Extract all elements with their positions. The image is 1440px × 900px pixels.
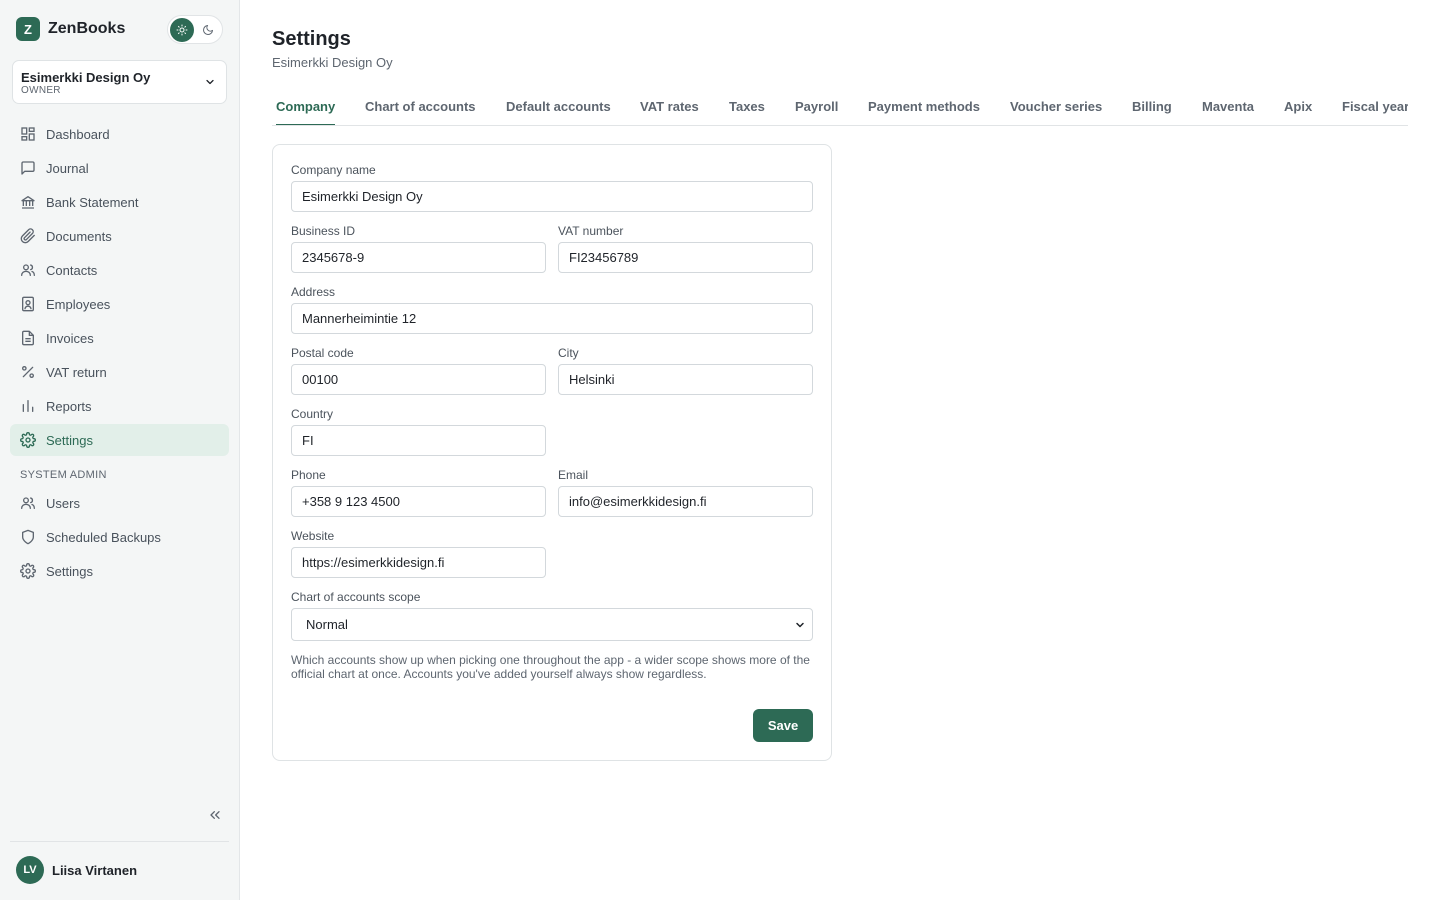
- tab-fiscal-year[interactable]: Fiscal year: [1342, 90, 1408, 125]
- address-input[interactable]: [291, 303, 813, 334]
- nav-item-contacts[interactable]: Contacts: [10, 254, 229, 286]
- nav-label: Bank Statement: [46, 194, 139, 210]
- user-name: Liisa Virtanen: [52, 862, 138, 878]
- vat-number-input[interactable]: [558, 242, 813, 273]
- gear-icon: [20, 432, 36, 448]
- nav-label: Scheduled Backups: [46, 529, 161, 545]
- brand[interactable]: Z ZenBooks: [16, 17, 125, 41]
- company-name-label: Company name: [291, 163, 376, 177]
- nav-label: Invoices: [46, 330, 94, 346]
- moon-icon[interactable]: [196, 18, 220, 42]
- page-title: Settings: [272, 28, 351, 50]
- nav-label: Dashboard: [46, 126, 110, 142]
- country-input[interactable]: [291, 425, 546, 456]
- avatar: LV: [16, 856, 44, 884]
- nav-item-dashboard[interactable]: Dashboard: [10, 118, 229, 150]
- nav-item-bank-statement[interactable]: Bank Statement: [10, 186, 229, 218]
- nav-item-reports[interactable]: Reports: [10, 390, 229, 422]
- bar-chart-icon: [22, 400, 34, 412]
- brand-logo: Z: [16, 17, 40, 41]
- bank-icon: [21, 196, 35, 209]
- business-id-input[interactable]: [291, 242, 546, 273]
- email-label: Email: [558, 468, 589, 482]
- gear-icon: [20, 563, 36, 579]
- nav-label: Employees: [46, 296, 111, 312]
- brand-name: ZenBooks: [48, 20, 126, 37]
- website-input[interactable]: [291, 547, 546, 578]
- coa-scope-label: Chart of accounts scope: [291, 590, 421, 604]
- tab-chart-of-accounts[interactable]: Chart of accounts: [365, 90, 476, 125]
- nav-item-vat-return[interactable]: VAT return: [10, 356, 229, 388]
- theme-toggle[interactable]: [167, 15, 223, 44]
- coa-scope-help-text: Which accounts show up when picking one …: [291, 653, 810, 681]
- tab-payment-methods[interactable]: Payment methods: [868, 90, 980, 125]
- user-menu[interactable]: LV Liisa Virtanen: [16, 856, 137, 884]
- tab-vat-rates[interactable]: VAT rates: [640, 90, 699, 125]
- tab-apix[interactable]: Apix: [1284, 90, 1312, 125]
- nav-label: Settings: [46, 563, 93, 579]
- tab-maventa[interactable]: Maventa: [1202, 90, 1254, 125]
- tab-payroll[interactable]: Payroll: [795, 90, 838, 125]
- collapse-sidebar-icon[interactable]: [207, 807, 223, 823]
- org-name: Esimerkki Design Oy: [21, 70, 151, 85]
- save-button[interactable]: Save: [753, 709, 813, 742]
- company-settings-card: Company name Business ID VAT number Addr…: [272, 144, 832, 761]
- nav-item-settings[interactable]: Settings: [10, 424, 229, 456]
- users-icon: [21, 497, 35, 509]
- coa-scope-select[interactable]: Normal: [291, 608, 813, 641]
- coa-scope-value: Normal: [306, 617, 348, 632]
- nav-label: Journal: [46, 160, 89, 176]
- nav-item-scheduled-backups[interactable]: Scheduled Backups: [10, 521, 229, 553]
- nav-item-admin-settings[interactable]: Settings: [10, 555, 229, 587]
- nav-item-invoices[interactable]: Invoices: [10, 322, 229, 354]
- users-icon: [21, 264, 35, 276]
- shield-icon: [22, 529, 34, 545]
- tab-company[interactable]: Company: [276, 90, 336, 125]
- dashboard-icon: [21, 127, 35, 141]
- sidebar-divider: [10, 841, 229, 842]
- nav-item-documents[interactable]: Documents: [10, 220, 229, 252]
- city-input[interactable]: [558, 364, 813, 395]
- percent-icon: [22, 366, 34, 378]
- postal-code-input[interactable]: [291, 364, 546, 395]
- page-subtitle: Esimerkki Design Oy: [272, 55, 393, 70]
- tab-voucher-series[interactable]: Voucher series: [1010, 90, 1102, 125]
- nav-label: Users: [46, 495, 80, 511]
- sun-icon[interactable]: [170, 17, 194, 42]
- section-label-system-admin: SYSTEM ADMIN: [20, 469, 107, 481]
- business-id-label: Business ID: [291, 224, 356, 238]
- chat-icon: [21, 161, 35, 175]
- org-switcher[interactable]: Esimerkki Design Oy OWNER: [12, 60, 227, 104]
- sidebar: Z ZenBooks Esimerkki Design Oy OWNER Das…: [0, 0, 240, 900]
- vat-number-label: VAT number: [558, 224, 624, 238]
- email-input[interactable]: [558, 486, 813, 517]
- org-role: OWNER: [21, 85, 61, 96]
- nav-label: Reports: [46, 398, 92, 414]
- nav-item-users[interactable]: Users: [10, 487, 229, 519]
- city-label: City: [558, 346, 579, 360]
- nav-label: VAT return: [46, 364, 107, 380]
- file-icon: [22, 330, 34, 346]
- tab-taxes[interactable]: Taxes: [729, 90, 765, 125]
- chevron-down-icon: [206, 79, 214, 85]
- nav-item-employees[interactable]: Employees: [10, 288, 229, 320]
- country-label: Country: [291, 407, 334, 421]
- nav-label: Documents: [46, 228, 112, 244]
- settings-tabs: Company Chart of accounts Default accoun…: [272, 90, 1408, 126]
- nav-label: Contacts: [46, 262, 98, 278]
- paperclip-icon: [20, 228, 35, 244]
- phone-input[interactable]: [291, 486, 546, 517]
- postal-code-label: Postal code: [291, 346, 354, 360]
- tab-default-accounts[interactable]: Default accounts: [506, 90, 611, 125]
- company-name-input[interactable]: [291, 181, 813, 212]
- phone-label: Phone: [291, 468, 326, 482]
- tab-billing[interactable]: Billing: [1132, 90, 1172, 125]
- badge-icon: [22, 296, 34, 312]
- website-label: Website: [291, 529, 335, 543]
- address-label: Address: [291, 285, 336, 299]
- nav-label: Settings: [46, 432, 93, 448]
- chevron-down-icon: [796, 622, 804, 628]
- nav-item-journal[interactable]: Journal: [10, 152, 229, 184]
